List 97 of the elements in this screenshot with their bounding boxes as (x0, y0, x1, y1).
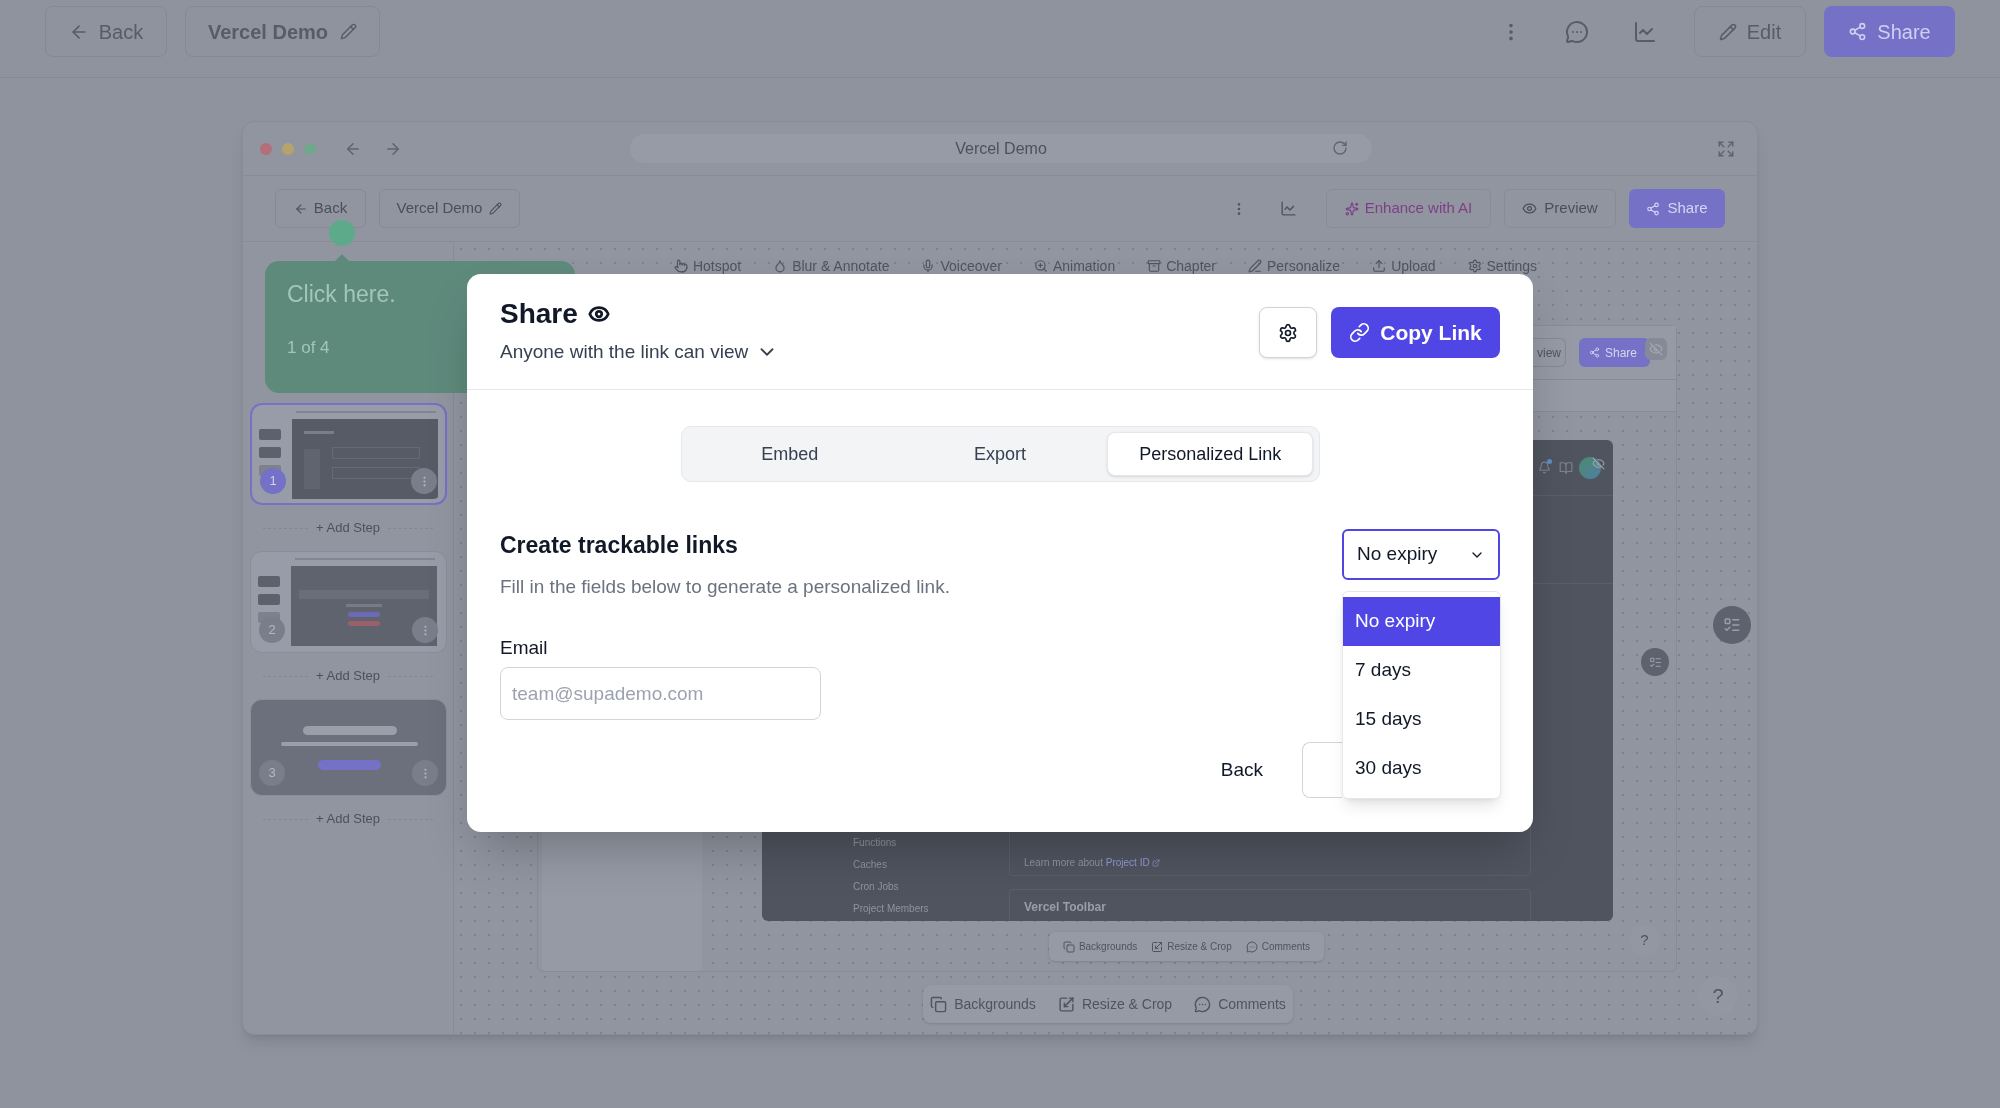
settings-button[interactable] (1259, 307, 1317, 358)
tab[interactable]: Personalized Link (1107, 432, 1314, 476)
tool-button[interactable]: Blur & Annotate (773, 256, 890, 276)
fullscreen-icon[interactable] (1717, 139, 1735, 158)
demo-title-button[interactable]: Vercel Demo (185, 6, 380, 57)
more-icon[interactable] (412, 760, 438, 786)
share-icon (1646, 201, 1661, 216)
step-card[interactable]: 3 (250, 699, 447, 796)
tool-button[interactable]: Chapter (1147, 256, 1216, 276)
avatar-icon (1579, 456, 1601, 479)
nav-item[interactable]: Caches (853, 854, 929, 876)
email-label: Email (500, 637, 549, 659)
toolbar-button[interactable]: Backgrounds (930, 993, 1036, 1015)
toolbar-button[interactable]: Resize & Crop (1151, 939, 1232, 954)
step-card[interactable]: 2 (250, 551, 447, 653)
step-number-badge: 3 (259, 760, 285, 786)
toolbar-button[interactable]: Resize & Crop (1057, 993, 1173, 1015)
chart-icon[interactable] (1633, 19, 1657, 44)
back-button[interactable]: Back (45, 6, 167, 57)
upload-icon (1372, 259, 1387, 273)
link-icon (1349, 322, 1371, 343)
note-text: Learn more about Project ID (1024, 855, 1160, 870)
preview-button[interactable]: Preview (1504, 189, 1616, 228)
back-button[interactable]: Back (1208, 742, 1275, 798)
list-icon[interactable] (1713, 606, 1751, 644)
toolbar-button[interactable]: Backgrounds (1062, 939, 1138, 954)
step-number-badge: 1 (260, 468, 286, 494)
dialog-title: Share (500, 297, 578, 331)
copy-link-button[interactable]: Copy Link (1331, 307, 1500, 358)
edit-button[interactable]: Edit (1694, 6, 1806, 57)
resize-icon (1151, 940, 1164, 953)
chart-icon[interactable] (1280, 200, 1297, 217)
section-title: Vercel Toolbar (1024, 899, 1106, 915)
expiry-select[interactable]: No expiry (1342, 529, 1500, 580)
email-input[interactable]: team@supademo.com (500, 667, 821, 720)
microphone-icon (921, 259, 936, 273)
add-step-button[interactable]: + Add Step (316, 809, 380, 829)
chat-icon (1245, 940, 1258, 953)
external-link-icon (1151, 858, 1160, 867)
eye-off-icon[interactable] (1592, 456, 1605, 470)
toolbar-button[interactable]: Comments (1194, 993, 1286, 1015)
chat-icon[interactable] (1565, 19, 1589, 44)
book-icon[interactable] (1559, 460, 1573, 475)
nav-item[interactable]: Cron Jobs (853, 876, 929, 898)
squares-icon (930, 995, 948, 1013)
demo-title-button[interactable]: Vercel Demo (379, 189, 520, 228)
add-step-button[interactable]: + Add Step (316, 518, 380, 538)
eye-icon (1522, 201, 1538, 216)
visibility-dropdown[interactable]: Anyone with the link can view (500, 340, 779, 364)
settings-icon (1278, 322, 1298, 343)
tool-button[interactable]: Animation (1033, 256, 1116, 276)
expiry-option[interactable]: 30 days (1343, 744, 1500, 793)
expiry-option[interactable]: 7 days (1343, 646, 1500, 695)
pencil-icon (489, 202, 503, 215)
tool-button[interactable]: Personalize (1248, 256, 1341, 276)
step-card[interactable]: 1 (250, 403, 447, 505)
tooltip-text: Click here. (287, 280, 396, 308)
toolbar-button[interactable]: Comments (1245, 939, 1311, 954)
add-step-button[interactable]: + Add Step (316, 666, 380, 686)
share-button[interactable]: Share (1629, 189, 1725, 228)
page-title: Vercel Demo (955, 138, 1047, 159)
arrow-left-icon (293, 201, 308, 216)
nav-item[interactable]: Project Members (853, 898, 929, 920)
pointer-icon (673, 259, 688, 273)
share-button[interactable]: Share (1824, 6, 1955, 57)
archive-icon (1147, 259, 1162, 273)
enhance-button[interactable]: Enhance with AI (1326, 189, 1491, 228)
zoom-in-icon (1033, 259, 1048, 273)
share-icon (1848, 22, 1868, 41)
eye-icon (587, 303, 610, 325)
refresh-icon[interactable] (1332, 140, 1348, 156)
section-description: Fill in the fields below to generate a personalized link. (500, 576, 950, 598)
droplet-icon (773, 259, 788, 273)
chat-icon (1194, 995, 1212, 1013)
sparkles-icon (1344, 201, 1359, 216)
squares-icon (1062, 940, 1075, 953)
partial-button[interactable] (1302, 742, 1342, 798)
tab[interactable]: Export (896, 432, 1104, 476)
project-id-link[interactable]: Project ID (1105, 855, 1160, 870)
pencil-icon (1718, 22, 1737, 41)
list-icon[interactable] (1641, 648, 1669, 676)
section-heading: Create trackable links (500, 531, 739, 559)
tool-button[interactable]: Settings (1467, 256, 1538, 276)
share-button[interactable]: Share (1579, 338, 1650, 367)
tool-button[interactable]: Upload (1372, 256, 1436, 276)
step-counter: 1 of 4 (287, 337, 330, 359)
expiry-option[interactable]: 15 days (1343, 695, 1500, 744)
step-number-badge: 2 (259, 617, 285, 643)
resize-icon (1057, 995, 1075, 1013)
expiry-option[interactable]: No expiry (1343, 597, 1500, 646)
pencil-icon (340, 23, 358, 40)
share-icon (1589, 347, 1600, 358)
pen-icon (1248, 259, 1262, 273)
eye-off-icon[interactable] (1645, 338, 1667, 360)
settings-icon (1467, 259, 1482, 273)
tool-button[interactable]: Voiceover (921, 256, 1002, 276)
tab[interactable]: Embed (686, 432, 893, 476)
